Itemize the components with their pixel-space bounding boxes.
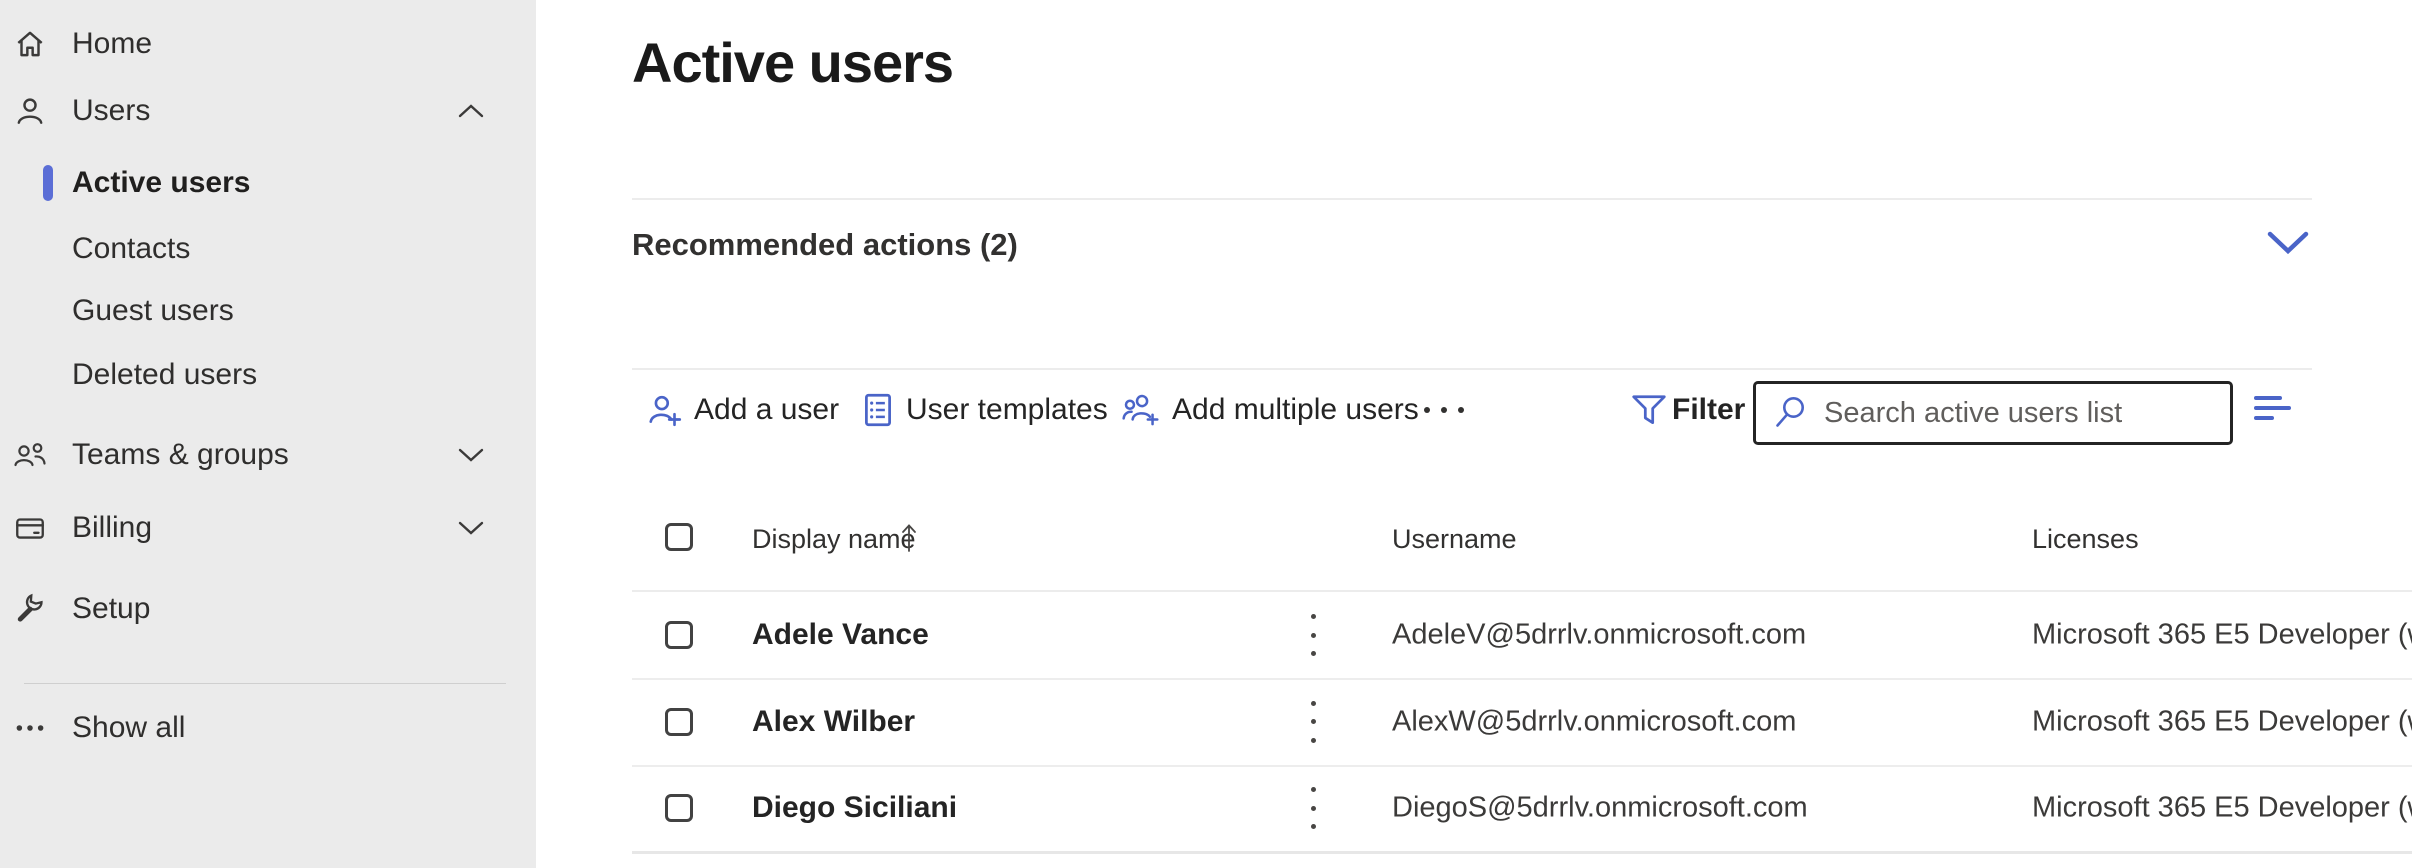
sidebar-item-setup[interactable]: Setup [0,581,536,637]
funnel-icon [1630,392,1668,428]
sort-lines-icon[interactable] [2254,396,2294,424]
sidebar-item-guest-users[interactable]: Guest users [0,283,536,339]
user-username: AdeleV@5drrlv.onmicrosoft.com [1392,619,1806,652]
sidebar-divider [24,683,506,684]
sidebar-item-home[interactable]: Home [0,16,536,72]
recommended-actions-expand-chevron-icon[interactable] [2266,230,2310,256]
sidebar-item-deleted-users[interactable]: Deleted users [0,347,536,403]
user-display-name[interactable]: Diego Siciliani [752,791,957,825]
magnifier-icon [1772,394,1808,432]
divider [632,198,2312,200]
table-row: Alex Wilber AlexW@5drrlv.onmicrosoft.com… [632,678,2412,767]
person-icon [6,83,54,139]
divider [632,368,2312,370]
toolbar-overflow-ellipsis-icon[interactable] [1424,404,1476,416]
ellipsis-icon [6,700,54,756]
sidebar-item-teams-groups[interactable]: Teams & groups [0,427,536,483]
sidebar-item-label: Contacts [72,221,190,277]
row-checkbox[interactable] [665,621,693,649]
chevron-down-icon[interactable] [456,446,486,464]
row-actions-kebab-icon[interactable] [1310,614,1316,656]
row-actions-kebab-icon[interactable] [1310,701,1316,743]
sidebar-item-billing[interactable]: Billing [0,500,536,556]
page-title: Active users [632,30,953,95]
sidebar-item-contacts[interactable]: Contacts [0,221,536,277]
row-checkbox[interactable] [665,794,693,822]
user-licenses: Microsoft 365 E5 Developer (withou [2032,792,2412,825]
sidebar-item-label: Home [72,16,152,72]
user-username: DiegoS@5drrlv.onmicrosoft.com [1392,792,1808,825]
row-actions-kebab-icon[interactable] [1310,787,1316,829]
user-licenses: Microsoft 365 E5 Developer (withou [2032,705,2412,738]
sidebar-item-label: Users [72,83,150,139]
user-display-name[interactable]: Adele Vance [752,618,929,652]
user-licenses: Microsoft 365 E5 Developer (withou [2032,619,2412,652]
people-icon [6,427,54,483]
wrench-icon [6,581,54,637]
home-icon [6,16,54,72]
column-header-licenses[interactable]: Licenses [2032,524,2139,554]
admin-center-active-users-page: Home Users Active users Contacts Guest u [0,0,2412,868]
select-all-checkbox[interactable] [665,523,693,551]
user-templates-button[interactable]: User templates [906,392,1108,428]
search-box [1753,381,2233,445]
people-add-icon [1120,392,1162,428]
column-header-display-name[interactable]: Display name [752,524,916,554]
sidebar-item-users[interactable]: Users [0,83,536,139]
user-username: AlexW@5drrlv.onmicrosoft.com [1392,705,1796,738]
sidebar-item-show-all[interactable]: Show all [0,700,536,756]
sidebar-item-label: Show all [72,700,185,756]
row-checkbox[interactable] [665,708,693,736]
list-template-icon [860,392,896,428]
sidebar-item-label: Setup [72,581,150,637]
sort-ascending-arrow-icon [900,522,918,554]
user-display-name[interactable]: Alex Wilber [752,705,915,739]
sidebar-item-label: Guest users [72,283,234,339]
credit-card-icon [6,500,54,556]
add-multiple-users-button[interactable]: Add multiple users [1172,392,1419,428]
column-header-username[interactable]: Username [1392,524,1517,554]
add-a-user-button[interactable]: Add a user [694,392,839,428]
sidebar-item-active-users[interactable]: Active users [0,155,536,211]
search-input[interactable] [1822,396,2196,431]
filter-button[interactable]: Filter [1672,392,1745,428]
chevron-down-icon[interactable] [456,519,486,537]
person-add-icon [646,392,684,428]
table-row: Adele Vance AdeleV@5drrlv.onmicrosoft.co… [632,592,2412,680]
recommended-actions-header: Recommended actions (2) [632,227,1018,263]
sidebar-item-label: Active users [72,155,250,211]
chevron-up-icon[interactable] [456,102,486,120]
sidebar-item-label: Deleted users [72,347,257,403]
sidebar-item-label: Teams & groups [72,427,289,483]
sidebar-item-label: Billing [72,500,152,556]
sidebar-nav: Home Users Active users Contacts Guest u [0,0,536,868]
table-row: Diego Siciliani DiegoS@5drrlv.onmicrosof… [632,765,2412,854]
